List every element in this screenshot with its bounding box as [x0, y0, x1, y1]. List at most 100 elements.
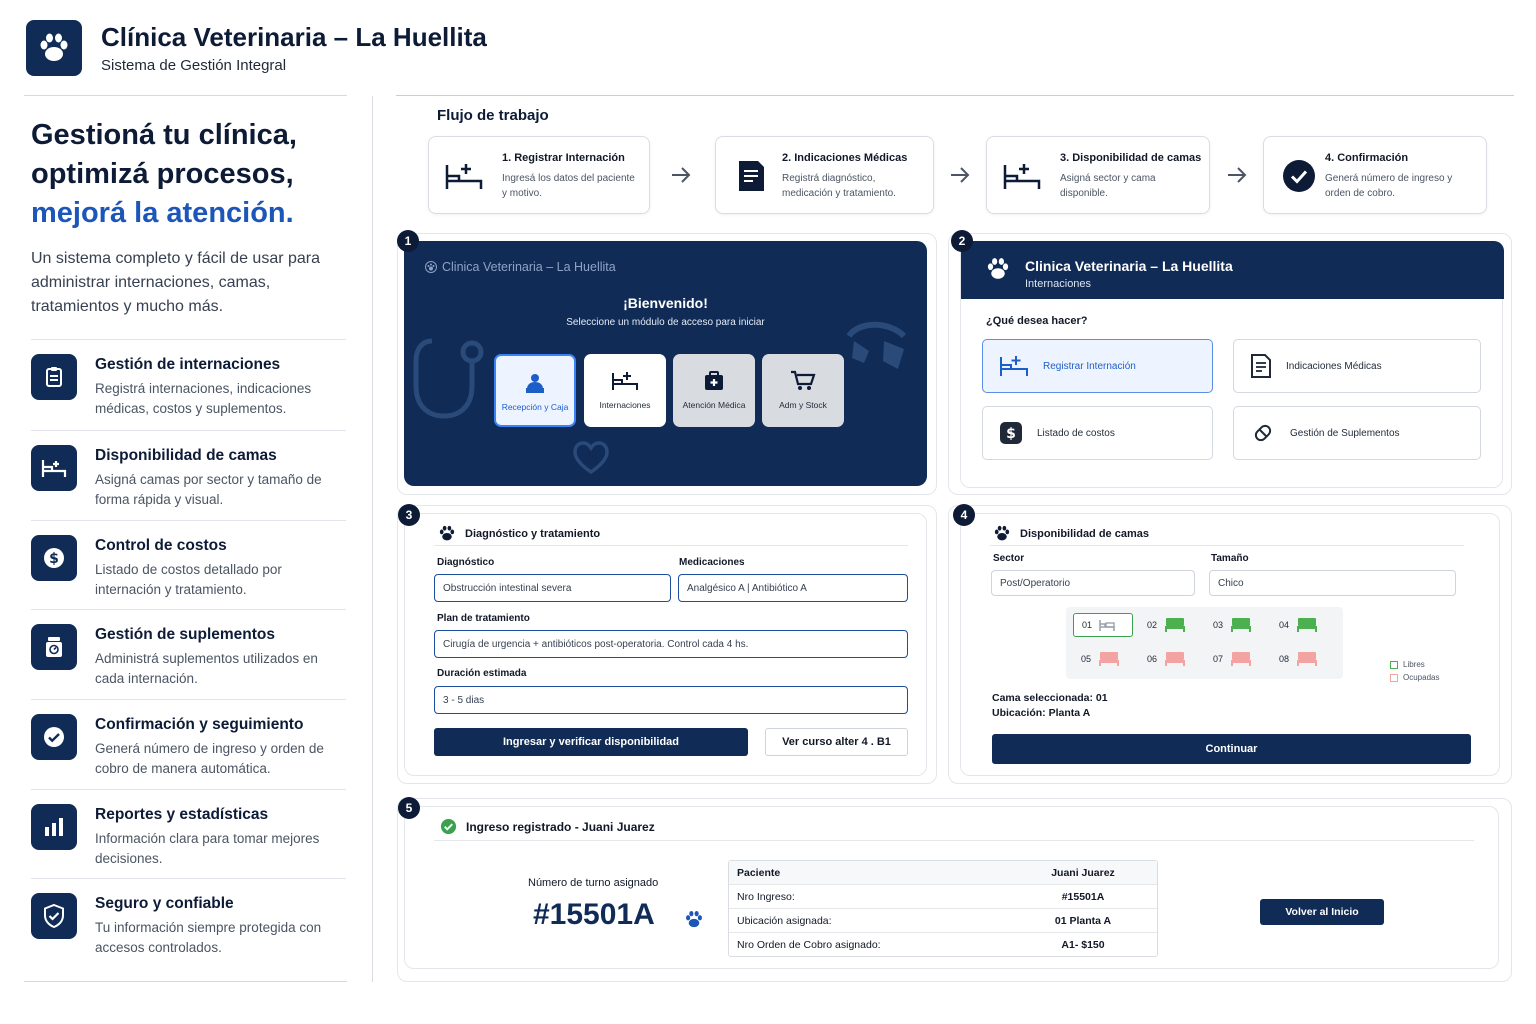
feature-desc: Registrá internaciones, indicaciones méd… [95, 381, 312, 416]
hero-description: Un sistema completo y fácil de usar para… [31, 250, 321, 315]
bed-06[interactable]: 06 [1139, 647, 1199, 671]
paw-icon [686, 910, 702, 928]
medicaciones-label: Medicaciones [679, 557, 745, 568]
feature-desc: Tu información siempre protegida con acc… [95, 920, 322, 955]
cart-icon [791, 370, 816, 390]
volver-inicio-button[interactable]: Volver al Inicio [1260, 899, 1384, 925]
option-label: Listado de costos [1037, 427, 1115, 439]
option-gestion-suplementos[interactable]: Gestión de Suplementos [1233, 406, 1481, 460]
bed-icon [1165, 652, 1186, 666]
legend-free: Libres [1390, 660, 1425, 669]
feature-item: Confirmación y seguimiento Generá número… [31, 699, 346, 788]
ver-curso-button[interactable]: Ver curso alter 4 . B1 [765, 728, 908, 756]
legend-occupied-label: Ocupadas [1403, 673, 1440, 682]
paw-icon [425, 261, 437, 273]
module-adm-stock[interactable]: Adm y Stock [762, 354, 844, 427]
table-row: Nro Ingreso: #15501A [729, 885, 1157, 909]
feature-item: Gestión de internaciones Registrá intern… [31, 339, 346, 428]
feature-title: Disponibilidad de camas [95, 447, 277, 464]
option-listado-costos[interactable]: $ Listado de costos [982, 406, 1213, 460]
table-value: 01 Planta A [1054, 915, 1112, 927]
sector-select[interactable]: Post/Operatorio [991, 570, 1195, 596]
step-badge: 5 [398, 797, 420, 819]
step-badge: 4 [953, 504, 975, 526]
bed-07[interactable]: 07 [1205, 647, 1265, 671]
workflow-step-3: 3. Disponibilidad de camas Asigná sector… [986, 136, 1210, 214]
hero-heading: Gestioná tu clínica, optimizá procesos, … [31, 116, 361, 233]
bed-03[interactable]: 03 [1205, 613, 1265, 637]
bed-01[interactable]: 01 [1073, 613, 1133, 637]
divider [990, 545, 1464, 546]
dollar-icon: $ [1000, 422, 1022, 444]
bed-05[interactable]: 05 [1073, 647, 1133, 671]
plan-label: Plan de tratamiento [437, 613, 530, 624]
shield-icon [31, 893, 77, 939]
option-label: Registrar Internación [1043, 360, 1136, 372]
workflow-step-title: 4. Confirmación [1325, 152, 1409, 164]
feature-desc: Administrá suplementos utilizados en cad… [95, 651, 318, 686]
ingreso-title-text: Ingreso registrado - Juani Juarez [466, 819, 655, 834]
divider [434, 545, 908, 546]
bed-number: 04 [1279, 620, 1290, 630]
welcome-brand: Clinica Veterinaria – La Huellita [425, 260, 616, 274]
option-registrar-internacion[interactable]: Registrar Internación [982, 339, 1213, 393]
ingresar-verificar-button[interactable]: Ingresar y verificar disponibilidad [434, 728, 748, 756]
table-key: Nro Orden de Cobro asignado: [737, 939, 881, 951]
legend-occupied: Ocupadas [1390, 673, 1439, 682]
table-value: A1- $150 [1061, 939, 1105, 951]
bed-icon [1231, 652, 1252, 666]
welcome-screen: Clinica Veterinaria – La Huellita ¡Bienv… [404, 241, 927, 486]
feature-title: Control de costos [95, 537, 227, 554]
selected-bed-text: Cama seleccionada: 01 [992, 692, 1108, 704]
option-indicaciones-medicas[interactable]: Indicaciones Médicas [1233, 339, 1481, 393]
workflow-step-title: 1. Registrar Internación [502, 152, 625, 164]
workflow-title: Flujo de trabajo [437, 107, 549, 124]
bed-number: 02 [1147, 620, 1158, 630]
internaciones-subtitle: Internaciones [1025, 278, 1092, 290]
workflow-step-1: 1. Registrar Internación Ingresá los dat… [428, 136, 650, 214]
plan-input[interactable]: Cirugía de urgencia + antibióticos post-… [434, 630, 908, 658]
ingreso-title: Ingreso registrado - Juani Juarez [440, 818, 655, 835]
bed-icon [31, 445, 77, 491]
duracion-input[interactable]: 3 - 5 dias [434, 686, 908, 714]
svg-text:$: $ [49, 551, 59, 567]
internaciones-title: Clinica Veterinaria – La Huellita [1025, 258, 1233, 274]
paw-icon [994, 525, 1010, 541]
bed-icon [1297, 618, 1318, 632]
module-recepcion[interactable]: Recepción y Caja [494, 354, 576, 427]
continuar-button[interactable]: Continuar [992, 734, 1471, 764]
sector-label: Sector [993, 553, 1025, 564]
diagnostico-input[interactable]: Obstrucción intestinal severa [434, 574, 671, 602]
bed-08[interactable]: 08 [1271, 647, 1331, 671]
feature-item: Seguro y confiable Tu información siempr… [31, 878, 346, 967]
table-value: Juani Juarez [1051, 867, 1115, 879]
bed-04[interactable]: 04 [1271, 613, 1331, 637]
turn-label: Número de turno asignado [528, 877, 659, 889]
bed-plus-icon [1002, 157, 1042, 195]
divider [396, 95, 1514, 96]
arrow-right-icon [1228, 167, 1247, 183]
document-icon [1251, 354, 1271, 378]
clipboard-icon [31, 354, 77, 400]
module-label: Atención Médica [682, 400, 746, 410]
tamano-select[interactable]: Chico [1209, 570, 1456, 596]
feature-title: Gestión de internaciones [95, 356, 281, 373]
workflow-step-title: 2. Indicaciones Médicas [782, 152, 908, 164]
dollar-icon: $ [31, 535, 77, 581]
pill-icon [1254, 424, 1272, 442]
location-text: Ubicación: Planta A [992, 707, 1091, 719]
medicaciones-input[interactable]: Analgésico A | Antibiótico A [678, 574, 908, 602]
heart-icon [573, 441, 609, 475]
bed-icon [1297, 652, 1318, 666]
legend-free-label: Libres [1403, 660, 1425, 669]
module-internaciones[interactable]: Internaciones [584, 354, 666, 427]
bed-02[interactable]: 02 [1139, 613, 1199, 637]
module-atencion-medica[interactable]: Atención Médica [673, 354, 755, 427]
feature-title: Confirmación y seguimiento [95, 716, 304, 733]
check-circle-icon [31, 714, 77, 760]
workflow-step-2: 2. Indicaciones Médicas Registrá diagnós… [715, 136, 934, 214]
welcome-instruction: Seleccione un módulo de acceso para inic… [566, 317, 765, 328]
bed-number: 03 [1213, 620, 1224, 630]
welcome-heading: ¡Bienvenido! [623, 295, 708, 311]
bar-chart-icon [31, 804, 77, 850]
